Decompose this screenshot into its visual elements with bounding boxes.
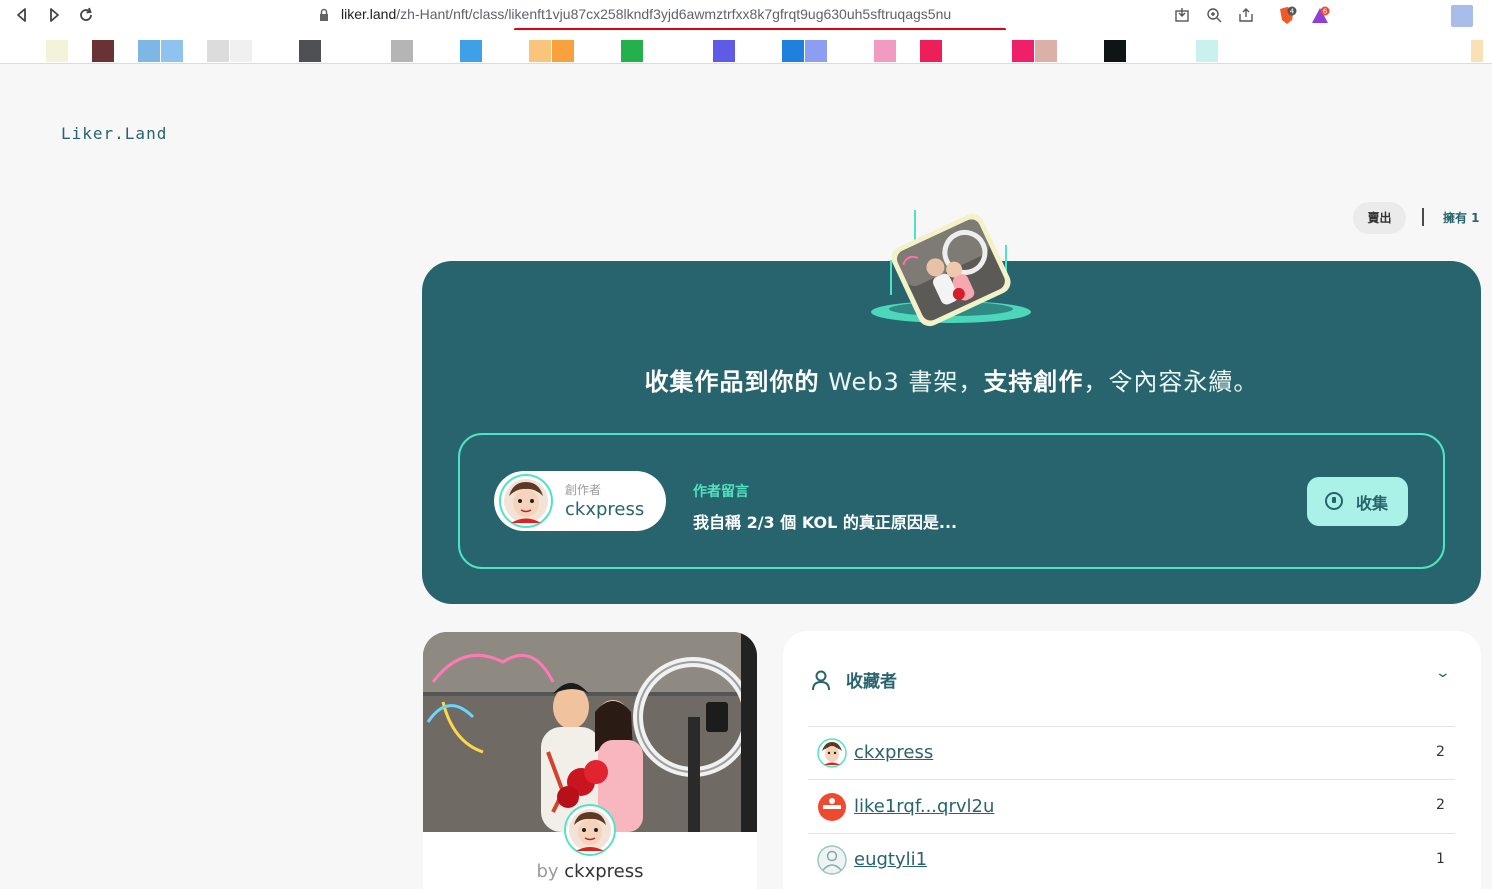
liker-land-logo[interactable]: Liker.Land xyxy=(61,124,167,143)
row-divider xyxy=(808,779,1455,780)
bookmark-favicon[interactable] xyxy=(92,40,114,62)
bookmark-favicon[interactable] xyxy=(920,40,942,62)
url-host: liker.land xyxy=(341,6,397,22)
bookmark-favicon[interactable] xyxy=(1035,40,1057,62)
nft-photo xyxy=(423,632,757,832)
collector-count: 2 xyxy=(1436,744,1445,760)
bookmarks-bar xyxy=(0,30,1492,64)
brave-rewards-icon[interactable]: 6 xyxy=(1309,5,1330,25)
slogan-part-2: Web3 書架， xyxy=(819,368,984,396)
bookmark-favicon[interactable] xyxy=(782,40,804,62)
url-path: /zh-Hant/nft/class/ xyxy=(396,6,509,22)
author-message-label: 作者留言 xyxy=(693,484,749,500)
info-circle-icon xyxy=(1325,492,1343,510)
creator-label: 創作者 xyxy=(565,483,602,497)
bookmark-favicon[interactable] xyxy=(230,40,252,62)
owned-count: 擁有 1 xyxy=(1443,211,1480,225)
divider xyxy=(1422,208,1424,226)
bookmark-favicon[interactable] xyxy=(552,40,574,62)
bookmark-favicon[interactable] xyxy=(529,40,551,62)
profile-avatar[interactable] xyxy=(1451,5,1473,27)
bookmark-favicon[interactable] xyxy=(391,40,413,62)
rewards-badge-count: 6 xyxy=(1323,8,1328,16)
slogan-part-3: 支持創作 xyxy=(983,368,1084,396)
collector-avatar[interactable] xyxy=(817,845,847,875)
slogan-part-4: ，令內容永續。 xyxy=(1083,368,1259,396)
bookmark-favicon[interactable] xyxy=(1471,40,1483,62)
bookmark-favicon[interactable] xyxy=(1012,40,1034,62)
collectors-title: 收藏者 xyxy=(846,672,897,692)
chevron-down-icon[interactable]: ⌄ xyxy=(1435,665,1451,681)
bookmark-favicon[interactable] xyxy=(713,40,735,62)
forward-icon[interactable] xyxy=(44,5,64,25)
bookmark-favicon[interactable] xyxy=(805,40,827,62)
sell-button[interactable]: 賣出 xyxy=(1353,202,1406,234)
collector-name[interactable]: like1rqf...qrvl2u xyxy=(854,796,994,817)
collector-avatar[interactable] xyxy=(817,792,847,822)
collect-button-label: 收集 xyxy=(1356,494,1389,513)
slogan-part-1: 收集作品到你的 xyxy=(644,368,820,396)
nft-author-name[interactable]: ckxpress xyxy=(564,861,643,882)
collector-name[interactable]: ckxpress xyxy=(854,742,933,763)
collector-name[interactable]: eugtyli1 xyxy=(854,849,927,870)
collector-count: 2 xyxy=(1436,797,1445,813)
nft-cover-art xyxy=(871,210,1031,327)
bookmark-favicon[interactable] xyxy=(460,40,482,62)
bookmark-favicon[interactable] xyxy=(46,40,68,62)
nft-author-avatar[interactable] xyxy=(564,804,616,856)
bookmark-favicon[interactable] xyxy=(874,40,896,62)
author-message-text: 我自稱 2/3 個 KOL 的真正原因是... xyxy=(693,513,958,532)
bookmark-favicon[interactable] xyxy=(138,40,160,62)
install-icon[interactable] xyxy=(1172,5,1192,25)
reload-icon[interactable] xyxy=(76,5,96,25)
share-icon[interactable] xyxy=(1236,5,1256,25)
creator-avatar[interactable] xyxy=(499,474,553,528)
brave-badge-count: 4 xyxy=(1290,8,1295,16)
url-text[interactable]: liker.land/zh-Hant/nft/class/likenft1vju… xyxy=(341,6,951,22)
bookmark-favicon[interactable] xyxy=(1104,40,1126,62)
collect-button[interactable]: 收集 xyxy=(1307,477,1408,526)
brave-shield-icon[interactable]: 4 xyxy=(1276,5,1297,25)
creator-name[interactable]: ckxpress xyxy=(565,499,644,520)
zoom-icon[interactable] xyxy=(1204,5,1224,25)
nft-by-line: by ckxpress xyxy=(423,861,757,882)
back-icon[interactable] xyxy=(12,5,32,25)
browser-toolbar: liker.land/zh-Hant/nft/class/likenft1vju… xyxy=(0,0,1492,31)
collector-avatar[interactable] xyxy=(817,738,847,768)
person-icon xyxy=(812,670,830,691)
bookmark-favicon[interactable] xyxy=(299,40,321,62)
lock-icon[interactable] xyxy=(314,5,334,25)
bookmark-favicon[interactable] xyxy=(1196,40,1218,62)
by-label: by xyxy=(536,861,559,882)
bookmark-favicon[interactable] xyxy=(161,40,183,62)
url-class-id: likenft1vju87cx258lkndf3yjd6awmztrfxx8k7… xyxy=(508,6,952,22)
bookmark-favicon[interactable] xyxy=(621,40,643,62)
row-divider xyxy=(808,833,1455,834)
bookmark-favicon[interactable] xyxy=(207,40,229,62)
hero-slogan: 收集作品到你的 Web3 書架，支持創作，令內容永續。 xyxy=(422,362,1481,397)
collector-count: 1 xyxy=(1436,851,1445,867)
row-divider xyxy=(808,726,1455,727)
